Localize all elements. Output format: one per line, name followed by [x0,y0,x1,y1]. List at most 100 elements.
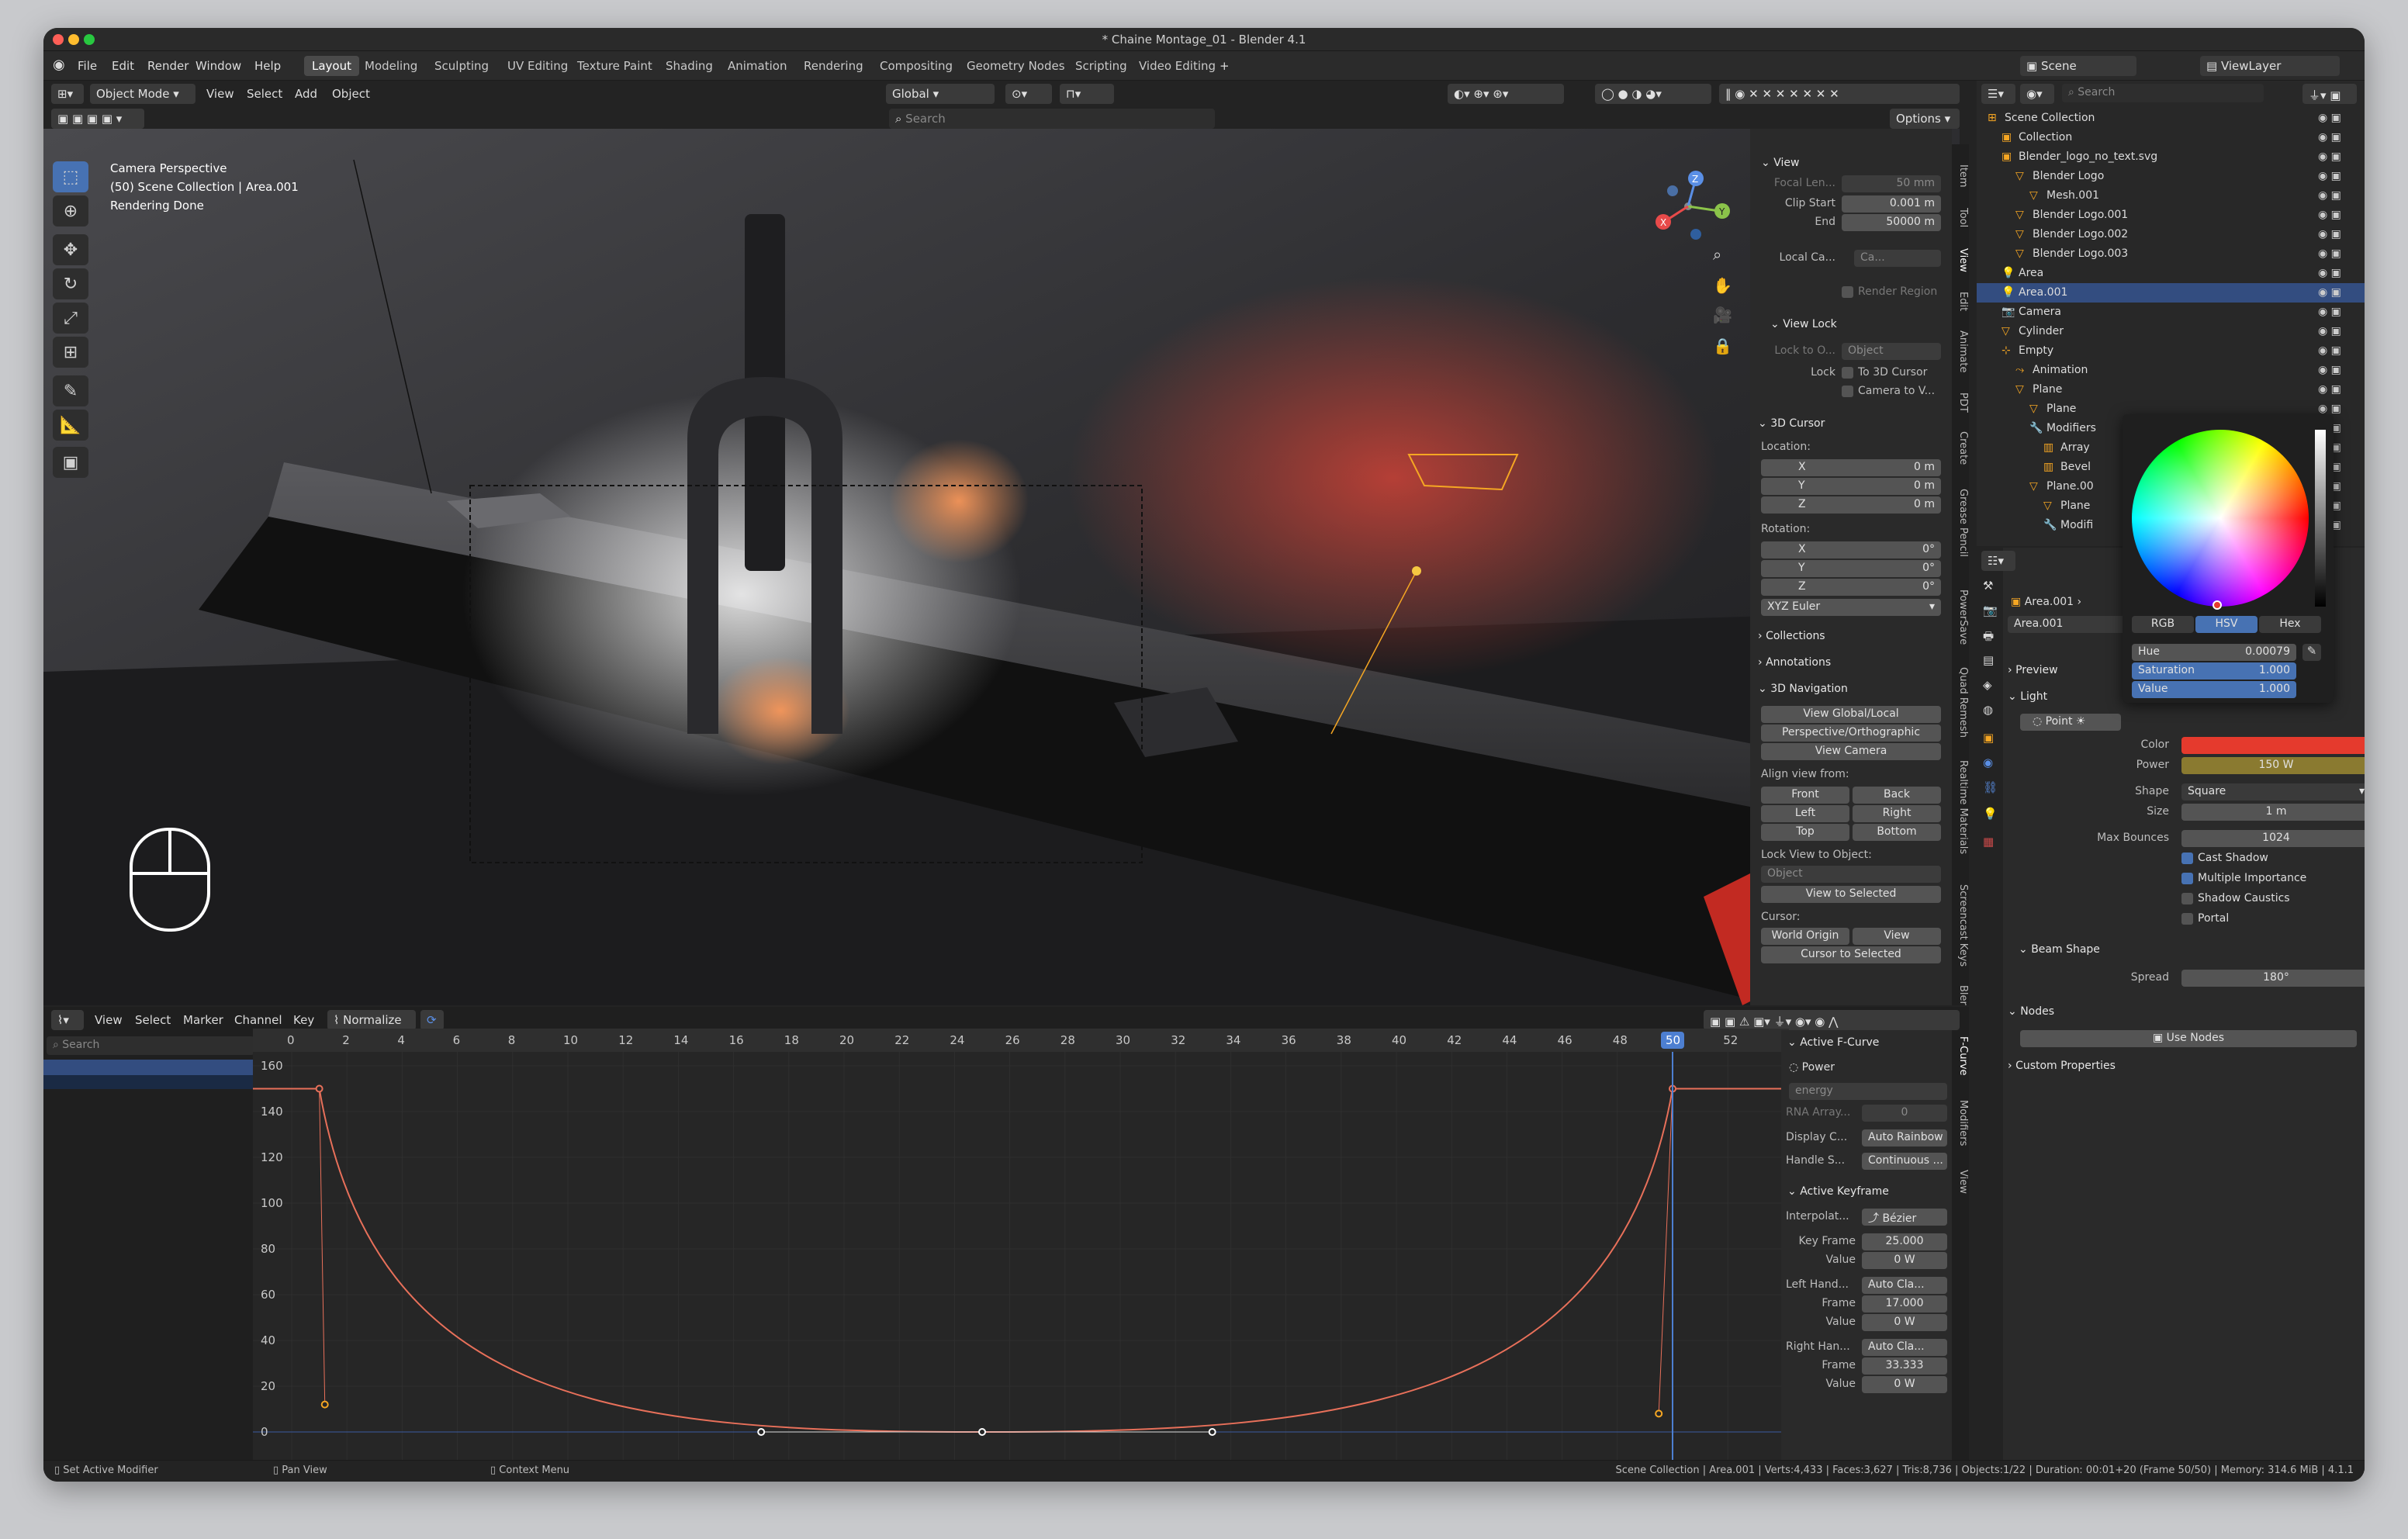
align-bottom-button[interactable]: Bottom [1853,824,1941,841]
cursor-rotation-x[interactable]: X 0° [1761,541,1941,559]
menu-help[interactable]: Help [254,59,281,73]
display-mode-icon[interactable]: ◉▾ [2020,84,2054,104]
light-type-point-button[interactable]: ◌ Point ☀ [2020,714,2121,731]
outliner-row[interactable]: ▽ Blender Logo.003 ◉ ▣ [1977,244,2365,264]
channel-row-selected[interactable] [43,1060,253,1075]
constraints-tab-icon[interactable]: ⛓ [1983,780,1998,794]
outliner-row[interactable]: ▽ Blender Logo.002 ◉ ▣ [1977,225,2365,244]
scene-selector[interactable]: ▣ Scene [2020,56,2136,76]
transform-tool-icon[interactable]: ⊞ [53,337,88,368]
light-color-swatch[interactable] [2181,737,2365,754]
outliner-row[interactable]: 💡 Area.001 ◉ ▣ [1977,283,2365,303]
tab-quad-remesh[interactable]: Quad Remesh [1952,667,1969,738]
visibility-eye-icon[interactable]: ◉ ▣ [2318,189,2341,202]
scene-tab-icon[interactable]: ◈ [1983,678,1992,692]
visibility-eye-icon[interactable]: ◉ ▣ [2318,170,2341,182]
visibility-eye-icon[interactable]: ◉ ▣ [2318,364,2341,376]
local-camera-field[interactable]: Ca... [1854,250,1941,267]
cursor-view-button[interactable]: View [1853,928,1941,945]
view-camera-button[interactable]: View Camera [1761,743,1941,760]
visibility-eye-icon[interactable]: ◉ ▣ [2318,325,2341,337]
cursor-tool-icon[interactable]: ⊕ [53,195,88,227]
annotations-header[interactable]: › Annotations [1758,656,1831,669]
visibility-gizmo-icons[interactable]: ◐▾ ⊕▾ ⊛▾ [1448,84,1564,104]
tab-animate[interactable]: Animate [1952,330,1969,372]
visibility-eye-icon[interactable]: ◉ ▣ [2318,112,2341,124]
tab-edit[interactable]: Edit [1952,292,1969,311]
outliner-row[interactable]: ▣ Collection ◉ ▣ [1977,128,2365,147]
keyframe-point[interactable] [757,1428,766,1436]
outliner-row[interactable]: ▽ Cylinder ◉ ▣ [1977,322,2365,341]
right-handle-type-dropdown[interactable]: Auto Cla... [1862,1339,1947,1356]
visibility-eye-icon[interactable]: ◉ ▣ [2318,131,2341,144]
perspective-orthographic-button[interactable]: Perspective/Orthographic [1761,725,1941,742]
beam-shape-header[interactable]: ⌄ Beam Shape [2019,943,2100,956]
align-right-button[interactable]: Right [1853,805,1941,822]
tab-uv-editing[interactable]: UV Editing [500,56,576,76]
portal-checkbox[interactable]: Portal [2181,912,2229,925]
filter-icon[interactable]: ⏚▾ ▣ [2302,84,2357,104]
tab-rendering[interactable]: Rendering [796,56,871,76]
outliner-row[interactable]: ⊹ Empty ◉ ▣ [1977,341,2365,361]
keyframe-point[interactable] [978,1428,986,1436]
cursor-world-origin-button[interactable]: World Origin [1761,928,1849,945]
viewport-menu-object[interactable]: Object [332,87,370,101]
cursor-rotation-y[interactable]: Y 0° [1761,560,1941,577]
visibility-eye-icon[interactable]: ◉ ▣ [2318,286,2341,299]
annotate-tool-icon[interactable]: ✎ [53,375,88,406]
move-tool-icon[interactable]: ✥ [53,234,88,265]
visibility-eye-icon[interactable]: ◉ ▣ [2318,344,2341,357]
outliner-row[interactable]: ▣ Blender_logo_no_text.svg ◉ ▣ [1977,147,2365,167]
rna-array-field[interactable]: 0 [1862,1105,1947,1122]
graph-header-tools[interactable]: ▣ ▣ ⚠ ▣▾ ⏚▾ ◉▾ ◉ ⋀ [1704,1010,1960,1030]
tab-scripting[interactable]: Scripting [1067,56,1135,76]
viewlayer-selector[interactable]: ▤ ViewLayer [2200,56,2340,76]
channel-row[interactable] [43,1075,253,1089]
outliner-row[interactable]: ▽ Blender Logo.001 ◉ ▣ [1977,206,2365,225]
viewport-menu-view[interactable]: View [206,87,234,101]
visibility-eye-icon[interactable]: ◉ ▣ [2318,209,2341,221]
cast-shadow-checkbox[interactable]: Cast Shadow [2181,852,2268,864]
output-tab-icon[interactable]: 🖶 [1983,628,1994,648]
render-tab-icon[interactable]: 📷 [1983,603,1998,617]
3d-navigation-header[interactable]: ⌄ 3D Navigation [1758,683,1848,695]
left-handle-value-field[interactable]: 0 W [1862,1314,1947,1331]
view-to-selected-button[interactable]: View to Selected [1761,886,1941,903]
blender-logo-icon[interactable]: ◉ [53,57,65,73]
viewport-menu-add[interactable]: Add [295,87,317,101]
collections-header[interactable]: › Collections [1758,630,1825,642]
tab-modifiers[interactable]: Modifiers [1952,1100,1969,1146]
cursor-rotation-z[interactable]: Z 0° [1761,579,1941,596]
tab-create[interactable]: Create [1952,431,1969,465]
left-handle-frame-field[interactable]: 17.000 [1862,1295,1947,1312]
preview-header[interactable]: › Preview [2008,664,2058,676]
focal-length-field[interactable]: 50 mm [1842,175,1941,192]
shading-mode-icons[interactable]: ◯ ● ◑ ◕▾ [1595,84,1711,104]
snap-icon[interactable]: ⊓▾ [1060,84,1114,104]
key-frame-field[interactable]: 25.000 [1862,1233,1947,1250]
color-wheel-cursor[interactable] [2213,600,2222,610]
graph-editor[interactable]: ⌇▾ View Select Marker Channel Key ⌇ Norm… [43,1007,1969,1469]
menu-window[interactable]: Window [195,59,241,73]
interpolation-dropdown[interactable]: ⤴ Bézier [1862,1209,1947,1226]
view-panel-header[interactable]: ⌄ View [1761,157,1799,169]
tab-animation[interactable]: Animation [720,56,794,76]
right-handle-value-field[interactable]: 0 W [1862,1376,1947,1393]
navigation-gizmo[interactable]: Z Y X [1649,168,1742,245]
tab-video-editing[interactable]: Video Editing [1131,56,1223,76]
props-editor-type-icon[interactable]: ☷▾ [1981,551,2015,571]
3d-viewport[interactable]: Camera Perspective (50) Scene Collection… [43,129,1960,1005]
power-field[interactable]: 150 W [2181,757,2365,774]
max-bounces-field[interactable]: 1024 [2181,830,2365,847]
tab-item[interactable]: Item [1952,164,1969,188]
outliner-row[interactable]: 💡 Area ◉ ▣ [1977,264,2365,283]
scale-tool-icon[interactable]: ⤢ [53,303,88,334]
tab-grease-pencil[interactable]: Grease Pencil [1952,489,1969,557]
display-color-dropdown[interactable]: Auto Rainbow [1862,1129,1947,1146]
tab-fcurve[interactable]: F-Curve [1952,1036,1969,1076]
outliner-row[interactable]: ▽ Blender Logo ◉ ▣ [1977,167,2365,186]
object-tab-icon[interactable]: ▣ [1983,731,1994,745]
rotation-mode-dropdown[interactable]: XYZ Euler ▾ [1761,599,1941,616]
graph-menu-select[interactable]: Select [135,1013,171,1027]
tab-graph-view[interactable]: View [1952,1170,1969,1194]
